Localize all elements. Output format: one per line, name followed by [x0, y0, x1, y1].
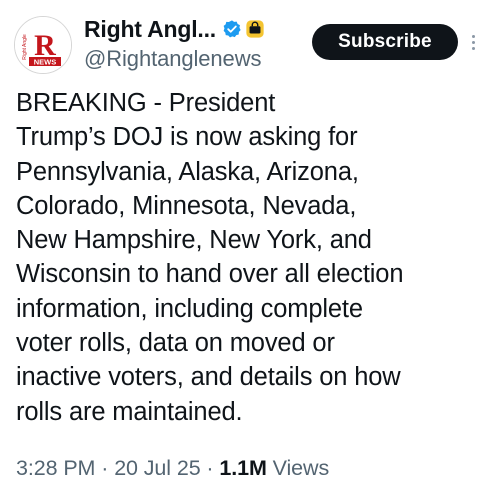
post-card: Right Angle R NEWS Right Angl... @Righta… — [0, 0, 494, 500]
views-label[interactable]: Views — [273, 456, 330, 480]
name-row: Right Angl... — [84, 12, 304, 46]
post-meta: 3:28 PM · 20 Jul 25 · 1.1M Views — [16, 456, 329, 481]
post-time[interactable]: 3:28 PM — [16, 456, 95, 480]
author-display-name[interactable]: Right Angl... — [84, 16, 216, 43]
meta-separator: · — [95, 456, 115, 480]
post-header: Right Angle R NEWS Right Angl... @Righta… — [14, 12, 484, 76]
post-date[interactable]: 20 Jul 25 — [114, 456, 200, 480]
author-identity: Right Angl... @Rightanglenews — [84, 12, 304, 72]
svg-text:NEWS: NEWS — [34, 58, 57, 67]
meta-separator: · — [200, 456, 220, 480]
right-angle-news-logo-icon: Right Angle R NEWS — [15, 17, 71, 73]
avatar[interactable]: Right Angle R NEWS — [14, 16, 72, 74]
subscribe-button[interactable]: Subscribe — [312, 24, 458, 60]
svg-text:Right Angle: Right Angle — [22, 34, 28, 60]
author-handle[interactable]: @Rightanglenews — [84, 46, 304, 72]
verified-check-icon[interactable] — [222, 19, 242, 39]
post-text: BREAKING - President Trump’s DOJ is now … — [16, 89, 404, 426]
more-options-icon[interactable] — [466, 26, 480, 58]
gold-badge-icon[interactable] — [245, 19, 265, 39]
views-count[interactable]: 1.1M — [219, 456, 267, 480]
